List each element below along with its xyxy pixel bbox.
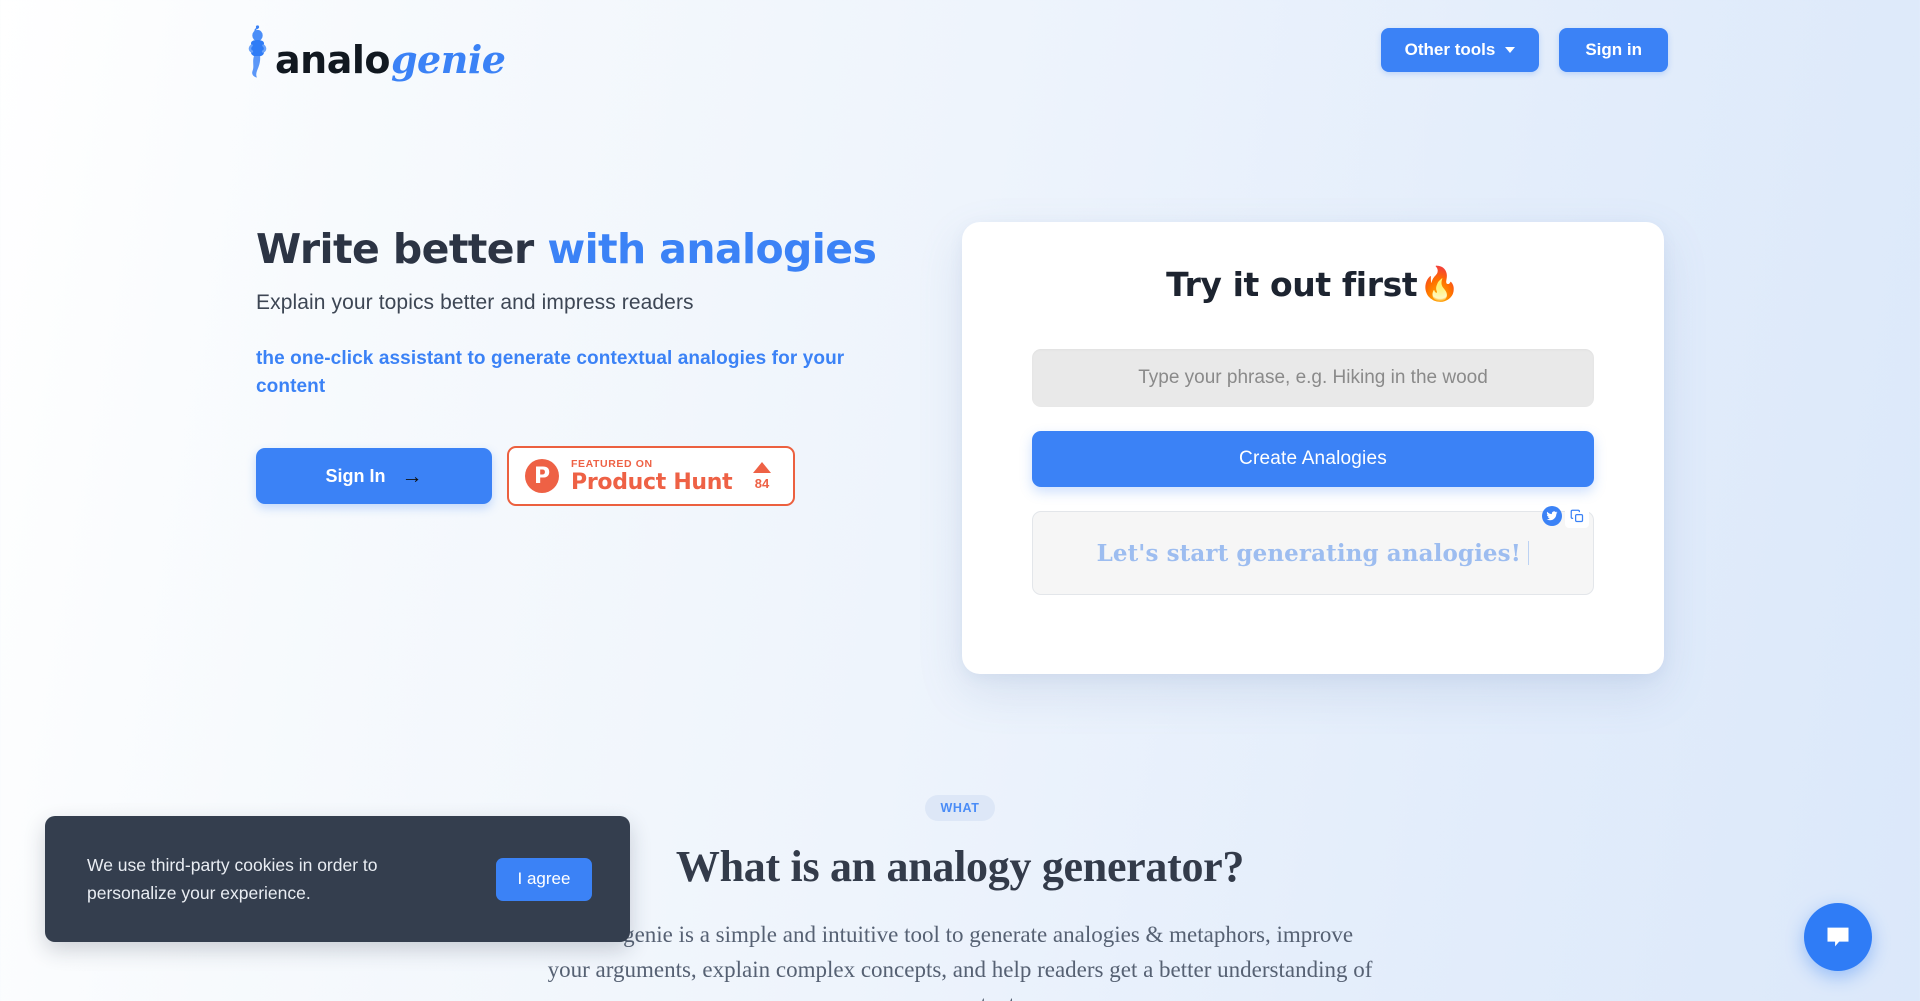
page-title: Write better with analogies [256,225,877,273]
other-tools-button[interactable]: Other tools [1380,28,1540,72]
create-analogies-button[interactable]: Create Analogies [1032,431,1594,487]
header-actions: Other tools Sign in [1380,28,1668,72]
cookie-agree-button[interactable]: I agree [496,857,592,901]
logo[interactable]: analo genie [243,21,506,82]
result-text-value: Let's start generating analogies! [1096,539,1521,567]
arrow-right-icon: → [401,464,423,488]
sign-in-header-button[interactable]: Sign in [1559,28,1668,72]
product-hunt-upvote[interactable]: 84 [747,462,777,490]
cookie-banner-message: We use third-party cookies in order to p… [87,855,378,903]
genie-logo-icon [243,21,273,79]
logo-text-genie: genie [390,37,506,82]
product-hunt-featured-label: FEATURED ON [571,457,653,470]
analogy-result-box: Let's start generating analogies! [1032,504,1594,595]
logo-text-analo: analo [275,38,390,82]
try-card-title: Try it out first 🔥 [1032,264,1594,304]
what-section-body: Analogenie is a simple and intuitive too… [547,922,1373,1001]
hero-subtitle: Explain your topics better and impress r… [256,291,694,315]
product-hunt-icon: P [525,459,559,494]
result-placeholder-text: Let's start generating analogies! [1097,540,1530,567]
hero-left-column: Write better with analogies Explain your… [256,225,877,507]
text-cursor [1527,540,1530,565]
section-badge-what: WHAT [924,795,996,821]
chat-widget-button[interactable] [1804,903,1872,971]
chat-bubble-icon [1827,927,1849,947]
site-header: analo genie Other tools Sign in [0,0,1920,100]
other-tools-label: Other tools [1404,40,1496,59]
hero-tagline: the one-click assistant to generate cont… [256,348,845,397]
hero-title-accent: with analogies [547,225,877,273]
sign-in-label: Sign In [325,465,386,486]
product-hunt-name: Product Hunt [571,469,733,495]
result-actions [1542,504,1589,528]
twitter-icon[interactable] [1542,506,1562,526]
try-card-title-text: Try it out first [1166,264,1418,304]
hero-title-dark: Write better [256,225,548,273]
product-hunt-badge[interactable]: P FEATURED ON Product Hunt 84 [507,446,795,507]
product-hunt-upvote-count: 84 [754,476,770,492]
cookie-banner: We use third-party cookies in order to p… [45,816,630,942]
copy-icon[interactable] [1565,504,1589,528]
product-hunt-text: FEATURED ON Product Hunt [571,457,735,495]
chevron-down-icon [1505,47,1516,53]
phrase-input[interactable] [1032,349,1594,407]
fire-emoji-icon: 🔥 [1419,264,1460,303]
triangle-up-icon [753,462,771,474]
sign-in-button[interactable]: Sign In → [256,448,492,505]
try-it-out-card: Try it out first 🔥 Create Analogies Let'… [962,222,1664,674]
hero-cta-row: Sign In → P FEATURED ON Product Hunt 84 [256,446,876,507]
